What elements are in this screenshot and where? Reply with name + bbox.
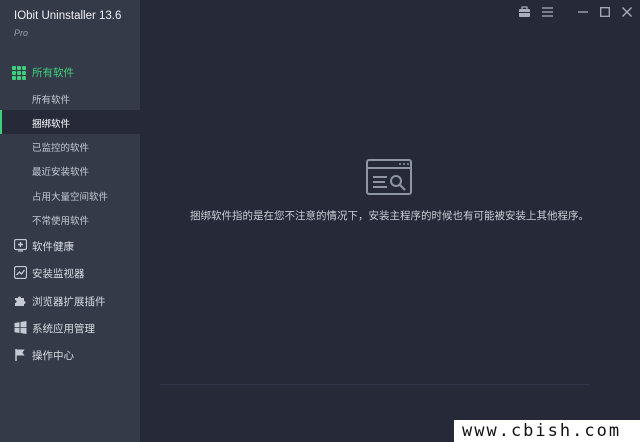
browser-search-icon (366, 159, 412, 197)
toolbox-icon[interactable] (516, 4, 532, 20)
subitem-label: 捆绑软件 (32, 119, 71, 130)
category-all-software[interactable]: 所有软件 (0, 60, 140, 84)
minimize-icon[interactable] (575, 4, 591, 20)
maximize-icon[interactable] (597, 4, 613, 20)
category-label: 系统应用管理 (32, 323, 95, 335)
app-title: IObit Uninstaller 13.6 (14, 10, 122, 22)
category-label: 浏览器扩展插件 (32, 296, 106, 308)
empty-state-message: 捆绑软件指的是在您不注意的情况下，安装主程序的时候也有可能被安装上其他程序。 (190, 210, 589, 222)
divider (160, 384, 590, 385)
windows-icon (14, 321, 27, 334)
subitem-monitored-software[interactable]: 已监控的软件 (0, 134, 140, 158)
category-software-health[interactable]: 软件健康 (0, 232, 140, 258)
category-label: 安装监视器 (32, 268, 85, 280)
subitem-all-software[interactable]: 所有软件 (0, 86, 140, 110)
subitem-bundled-software[interactable]: 捆绑软件 (0, 110, 140, 134)
subitem-label: 占用大量空间软件 (32, 192, 109, 203)
category-system-apps[interactable]: 系统应用管理 (0, 314, 140, 340)
subitem-label: 不常使用软件 (32, 216, 90, 227)
subitem-recently-installed[interactable]: 最近安装软件 (0, 158, 140, 182)
category-label: 所有软件 (32, 67, 74, 79)
subitem-large-software[interactable]: 占用大量空间软件 (0, 183, 140, 207)
watermark: www.cbish.com (454, 420, 640, 442)
subitem-label: 所有软件 (32, 95, 71, 106)
category-install-monitor[interactable]: 安装监视器 (0, 259, 140, 285)
sidebar: IObit Uninstaller 13.6 Pro 所有软件 所有软件 捆绑软… (0, 0, 140, 442)
app-edition: Pro (14, 28, 29, 38)
category-label: 软件健康 (32, 241, 74, 253)
category-browser-extensions[interactable]: 浏览器扩展插件 (0, 287, 140, 313)
subitem-rarely-used[interactable]: 不常使用软件 (0, 207, 140, 231)
category-action-center[interactable]: 操作中心 (0, 341, 140, 367)
close-icon[interactable] (619, 4, 635, 20)
menu-icon[interactable] (539, 4, 555, 20)
subitem-label: 最近安装软件 (32, 167, 90, 178)
health-plus-icon (13, 238, 28, 252)
grid-icon (12, 66, 26, 80)
flag-icon (14, 348, 27, 361)
puzzle-icon (14, 294, 27, 307)
subitem-label: 已监控的软件 (32, 143, 90, 154)
category-label: 操作中心 (32, 350, 74, 362)
monitor-graph-icon (13, 265, 28, 280)
